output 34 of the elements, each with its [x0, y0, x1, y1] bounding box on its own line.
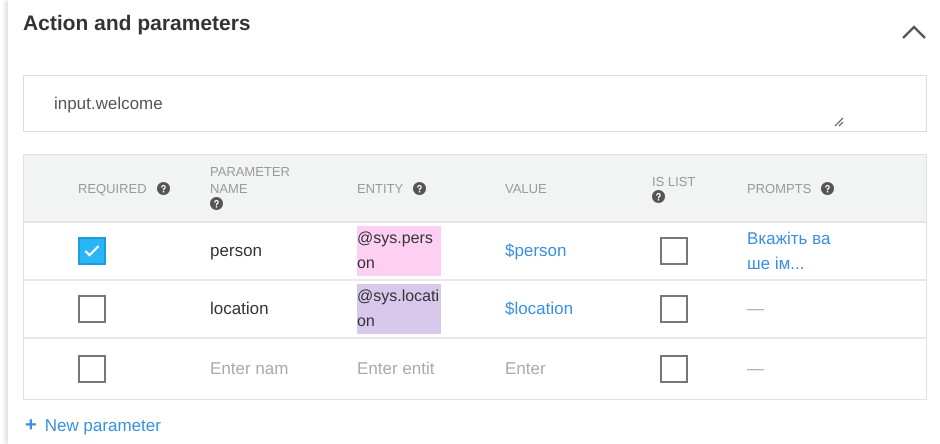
value-field[interactable]: Enter — [505, 359, 546, 378]
required-checkbox[interactable] — [78, 355, 106, 383]
help-icon[interactable] — [210, 196, 223, 210]
help-icon[interactable] — [821, 182, 834, 194]
help-icon[interactable] — [156, 182, 170, 194]
entity-tag[interactable]: @sys.location — [357, 284, 441, 334]
new-parameter-button[interactable]: + New parameter — [23, 414, 163, 437]
parameter-name[interactable]: person — [210, 241, 262, 260]
column-header: VALUE — [505, 180, 547, 196]
section-title: Action and parameters — [23, 12, 251, 36]
column-header: ENTITY — [357, 180, 404, 196]
entity-tag[interactable]: @sys.person — [357, 226, 441, 276]
required-checkbox[interactable] — [78, 237, 106, 265]
column-header: IS LIST — [652, 173, 696, 190]
column-header: PROMPTS — [747, 180, 812, 196]
chevron-up-icon[interactable] — [901, 24, 927, 40]
is-list-checkbox[interactable] — [660, 237, 688, 265]
column-header: PARAMETER NAME — [210, 162, 290, 196]
value-link[interactable]: $location — [505, 299, 574, 318]
action-field[interactable]: input.welcome — [23, 75, 927, 132]
prompt-text: — — [747, 299, 764, 318]
is-list-checkbox[interactable] — [660, 355, 688, 383]
parameter-name[interactable]: location — [210, 299, 269, 318]
required-checkbox[interactable] — [78, 295, 106, 323]
prompt-link[interactable]: Вкажіть ваше ім... — [747, 226, 833, 276]
value-link[interactable]: $person — [505, 241, 566, 260]
help-icon[interactable] — [413, 182, 426, 194]
resize-grip-icon[interactable] — [832, 115, 844, 127]
entity-field[interactable]: Enter entit — [357, 359, 434, 378]
prompt-text: — — [747, 359, 764, 378]
column-header: REQUIRED — [78, 180, 147, 196]
name-field[interactable]: Enter nam — [210, 359, 288, 378]
help-icon[interactable] — [652, 190, 665, 203]
is-list-checkbox[interactable] — [660, 295, 688, 323]
